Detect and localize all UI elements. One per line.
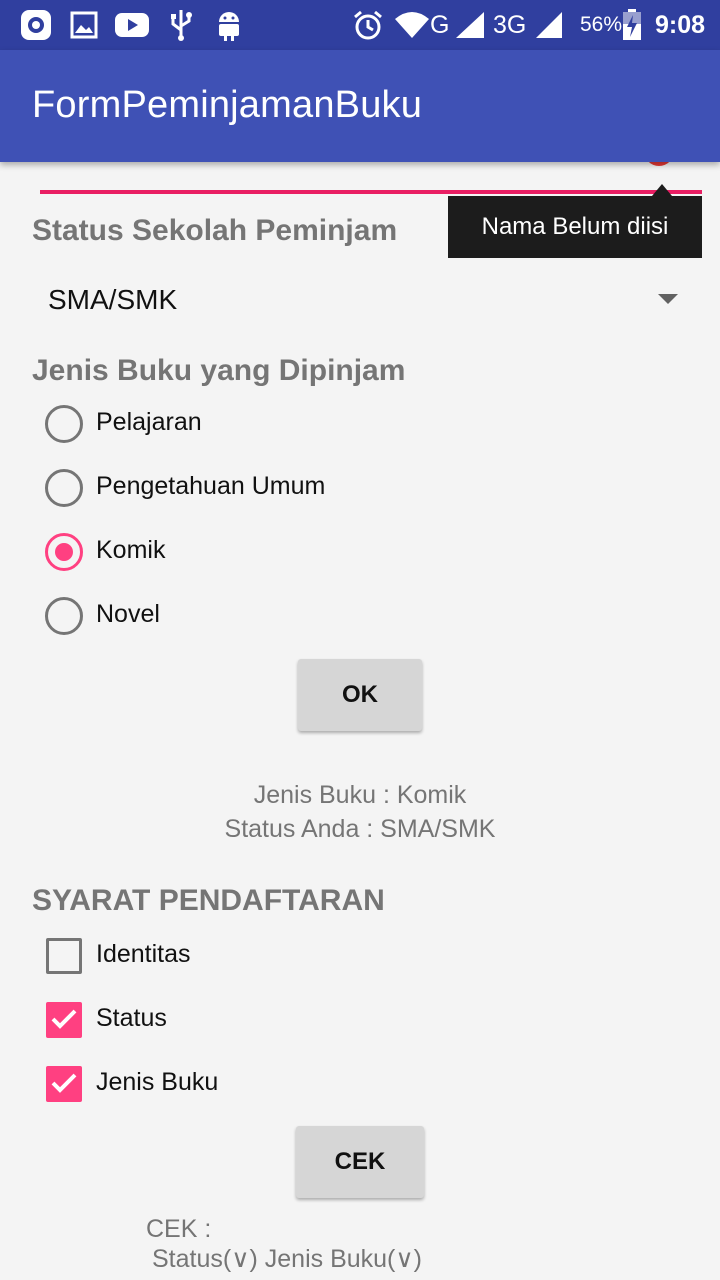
radio-button-icon[interactable] [45,597,83,635]
checkbox-status[interactable]: Status [40,992,540,1048]
error-tooltip-arrow [652,184,672,196]
alarm-icon [352,9,384,41]
radio-label: Pengetahuan Umum [96,472,326,500]
checkbox-label: Identitas [96,940,191,968]
screen-record-icon [20,9,52,41]
battery-icon [622,9,642,41]
status-bar: G 3G 56% 9:08 [0,0,720,50]
app-title: FormPeminjamanBuku [32,84,423,126]
radio-button-icon[interactable] [45,405,83,443]
radio-komik[interactable]: Komik [40,524,540,580]
radio-pelajaran[interactable]: Pelajaran [40,396,540,452]
checkbox-jenis-buku[interactable]: Jenis Buku [40,1056,540,1112]
cek-result-title: CEK : [146,1215,212,1243]
name-input-underline[interactable] [40,190,702,194]
network-3g-label: 3G [493,11,527,39]
network-g-label: G [430,11,450,39]
error-tooltip: Nama Belum diisi [448,196,702,258]
result-book-type: Jenis Buku : Komik [253,781,467,809]
requirements-label: SYARAT PENDAFTARAN [32,884,385,917]
signal-3g-icon [534,9,564,41]
checkbox-checked-icon[interactable] [46,1002,82,1038]
clock: 9:08 [655,11,706,39]
form-content: Nama Belum diisi Status Sekolah Peminjam… [0,148,720,1280]
radio-novel[interactable]: Novel [40,588,540,644]
school-status-spinner[interactable]: SMA/SMK [32,272,692,332]
usb-icon [168,9,194,41]
wifi-icon [394,9,430,41]
radio-button-checked-icon[interactable] [45,533,83,571]
school-status-label: Status Sekolah Peminjam [32,214,398,247]
checkbox-checked-icon[interactable] [46,1066,82,1102]
radio-label: Komik [96,536,166,564]
radio-button-icon[interactable] [45,469,83,507]
ok-button[interactable]: OK [298,659,422,731]
cek-result-detail: Status(∨) Jenis Buku(∨) [152,1245,423,1273]
radio-label: Pelajaran [96,408,202,436]
book-type-label: Jenis Buku yang Dipinjam [32,354,406,387]
radio-pengetahuan-umum[interactable]: Pengetahuan Umum [40,460,540,516]
checkbox-label: Jenis Buku [96,1068,219,1096]
cek-button[interactable]: CEK [296,1126,424,1198]
checkbox-unchecked-icon[interactable] [46,938,82,974]
signal-icon [454,9,486,41]
android-icon [214,9,244,41]
radio-label: Novel [96,600,160,628]
image-icon [70,9,98,41]
result-school-status: Status Anda : SMA/SMK [224,815,496,843]
checkbox-identitas[interactable]: Identitas [40,928,540,984]
battery-percent: 56% [580,13,623,36]
checkbox-label: Status [96,1004,167,1032]
dropdown-arrow-icon [658,294,678,304]
app-bar: FormPeminjamanBuku [0,50,720,162]
school-status-value: SMA/SMK [48,284,178,315]
youtube-icon [114,9,150,41]
